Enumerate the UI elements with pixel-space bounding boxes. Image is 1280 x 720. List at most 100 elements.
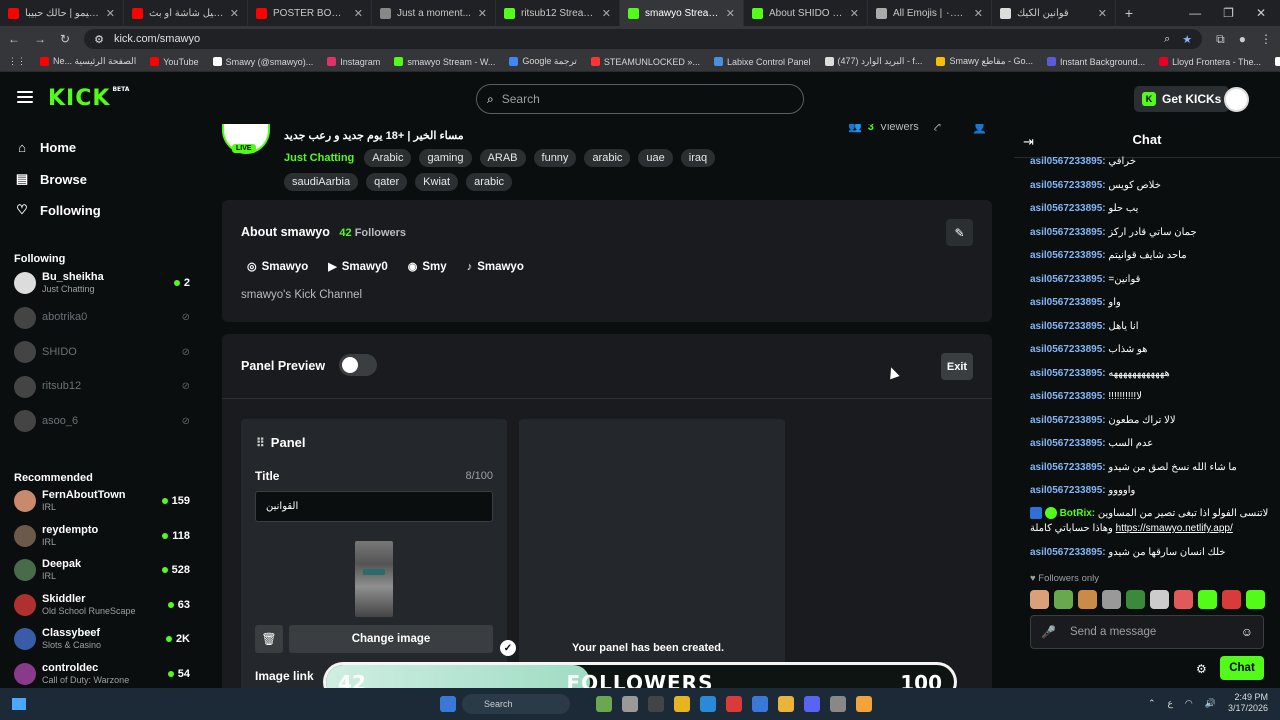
apps-icon[interactable]: ⋮⋮ (8, 56, 26, 67)
chat-username[interactable]: asil0567233895: (1030, 462, 1106, 473)
obs-icon[interactable] (830, 696, 846, 712)
stream-tag[interactable]: Arabic (364, 149, 412, 167)
close-tab-icon[interactable]: ✕ (478, 7, 487, 20)
exit-button[interactable]: Exit (941, 353, 973, 380)
zoom-icon[interactable]: ⌕ (1164, 33, 1170, 46)
chat-username[interactable]: asil0567233895: (1030, 415, 1106, 426)
chat-username[interactable]: asil0567233895: (1030, 438, 1106, 449)
stream-tag[interactable]: saudiAarbia (284, 173, 359, 191)
stream-tag[interactable]: iraq (680, 149, 716, 167)
url-field[interactable]: ⚙ kick.com/smawyo ⌕ ★ (84, 29, 1203, 49)
tray-chevron-icon[interactable]: ⌃ (1148, 698, 1156, 709)
bookmark-item[interactable]: Ne... الصفحة الرئيسية (40, 56, 136, 67)
app-icon-2[interactable] (856, 696, 872, 712)
profile-icon[interactable]: ● (1239, 32, 1246, 46)
browser-tab[interactable]: مكسات ميمو | حالك حبيبا ✕ (0, 0, 124, 26)
following-channel-item[interactable]: SHIDO ⊘ (14, 337, 190, 367)
emote-icon[interactable] (1198, 590, 1217, 609)
bookmark-item[interactable]: YouTube (150, 57, 199, 67)
maximize-icon[interactable]: ❐ (1223, 6, 1234, 20)
discord-app-icon[interactable] (804, 696, 820, 712)
stream-tag[interactable]: uae (638, 149, 673, 167)
bot-username[interactable]: BotRix: (1060, 508, 1096, 519)
close-tab-icon[interactable]: ✕ (726, 7, 735, 20)
browser-tab[interactable]: إعمل لتسجيل شاشة أو بث ✕ (124, 0, 248, 26)
bookmark-item[interactable]: Instagram (327, 57, 380, 67)
emote-icon[interactable] (1030, 590, 1049, 609)
bot-link[interactable]: https://smawyo.netlify.app/ (1116, 523, 1233, 534)
bookmark-item[interactable]: Labixe Control Panel (713, 57, 811, 67)
browser-tab[interactable]: POSTER BOY J- Diabl ✕ (248, 0, 372, 26)
following-channel-item[interactable]: ritsub12 ⊘ (14, 372, 190, 402)
recommended-channel-item[interactable]: Classybeef Slots & Casino 2K (14, 624, 190, 654)
menu-hamburger-icon[interactable] (17, 91, 33, 103)
bookmark-item[interactable]: STEAMUNLOCKED »... (590, 57, 700, 67)
browser-tab[interactable]: About SHIDO - Watch L ✕ (744, 0, 868, 26)
chat-username[interactable]: asil0567233895: (1030, 485, 1106, 496)
nav-following[interactable]: ♡ Following (14, 202, 100, 218)
extensions-icon[interactable]: ⧉ (1216, 32, 1225, 47)
send-message-input[interactable]: 🎤 Send a message ☺ (1030, 615, 1264, 649)
following-channel-item[interactable]: abotrika0 ⊘ (14, 303, 190, 333)
close-tab-icon[interactable]: ✕ (974, 7, 983, 20)
bookmark-item[interactable]: Smawy (@smawyo)... (212, 57, 313, 67)
forward-icon[interactable]: → (34, 32, 46, 46)
close-tab-icon[interactable]: ✕ (602, 7, 611, 20)
stream-tag[interactable]: Kwiat (415, 173, 459, 191)
chat-username[interactable]: asil0567233895: (1030, 344, 1106, 355)
following-channel-item[interactable]: asoo_6 ⊘ (14, 406, 190, 436)
close-tab-icon[interactable]: ✕ (850, 7, 859, 20)
bookmark-item[interactable]: (477) البريد الوارد - f... (824, 56, 922, 67)
stream-tag[interactable]: qater (366, 173, 408, 191)
game-app-icon[interactable] (596, 696, 612, 712)
volume-icon[interactable]: 🔊 (1205, 698, 1216, 709)
get-kicks-button[interactable]: K Get KICKs (1134, 86, 1230, 112)
bookmark-item[interactable]: botrix (1274, 57, 1280, 67)
bookmark-item[interactable]: Google ترجمة (509, 56, 577, 67)
chat-username[interactable]: asil0567233895: (1030, 156, 1106, 167)
chat-username[interactable]: asil0567233895: (1030, 368, 1106, 379)
chat-username[interactable]: asil0567233895: (1030, 547, 1106, 558)
chat-settings-icon[interactable]: ⚙ (1196, 662, 1207, 676)
terminal-icon[interactable] (648, 696, 664, 712)
emote-icon[interactable] (1126, 590, 1145, 609)
chat-username[interactable]: asil0567233895: (1030, 180, 1106, 191)
close-tab-icon[interactable]: ✕ (106, 7, 115, 20)
emote-icon[interactable] (1246, 590, 1265, 609)
emote-icon[interactable] (1078, 590, 1097, 609)
social-link[interactable]: ▶ Smawy0 (328, 260, 388, 274)
back-icon[interactable]: ← (8, 32, 20, 46)
search-input[interactable]: ⌕ Search (476, 84, 804, 114)
recommended-channel-item[interactable]: Deepak IRL 528 (14, 555, 190, 585)
nav-home[interactable]: ⌂ Home (14, 140, 76, 155)
recommended-channel-item[interactable]: controldec Call of Duty: Warzone 54 (14, 659, 190, 689)
new-tab-button[interactable]: + (1116, 5, 1142, 21)
microphone-icon[interactable]: 🎤 (1041, 625, 1056, 639)
menu-icon[interactable]: ⋮ (1260, 32, 1272, 46)
close-tab-icon[interactable]: ✕ (230, 7, 239, 20)
chat-username[interactable]: asil0567233895: (1030, 297, 1106, 308)
chat-username[interactable]: asil0567233895: (1030, 227, 1106, 238)
emote-icon[interactable] (1054, 590, 1073, 609)
file-explorer-icon[interactable] (674, 696, 690, 712)
recommended-channel-item[interactable]: reydempto IRL 118 (14, 521, 190, 551)
change-image-button[interactable]: Change image (289, 625, 493, 653)
emote-icon[interactable] (1222, 590, 1241, 609)
windows-start-icon[interactable] (12, 698, 26, 710)
recommended-channel-item[interactable]: Skiddler Old School RuneScape 63 (14, 590, 190, 620)
chat-username[interactable]: asil0567233895: (1030, 321, 1106, 332)
bookmark-item[interactable]: Smawy مقاطع - Go... (936, 56, 1033, 67)
send-chat-button[interactable]: Chat (1220, 656, 1264, 680)
browser-tab[interactable]: ritsub12 Stream - Watc ✕ (496, 0, 620, 26)
app-icon[interactable] (752, 696, 768, 712)
reload-icon[interactable]: ↻ (60, 32, 70, 46)
delete-image-button[interactable]: 🗑 (255, 625, 283, 653)
tray-lang[interactable]: ع (1168, 698, 1173, 709)
kick-logo[interactable]: KICK BETA (48, 86, 129, 111)
bookmark-item[interactable]: Lloyd Frontera - The... (1159, 57, 1261, 67)
stream-tag[interactable]: ARAB (479, 149, 526, 167)
stream-tag[interactable]: arabic (466, 173, 513, 191)
minimize-icon[interactable]: — (1189, 6, 1201, 20)
browser-tab[interactable]: قوانين الكيك ✕ (992, 0, 1116, 26)
bookmark-star-icon[interactable]: ★ (1182, 33, 1192, 46)
